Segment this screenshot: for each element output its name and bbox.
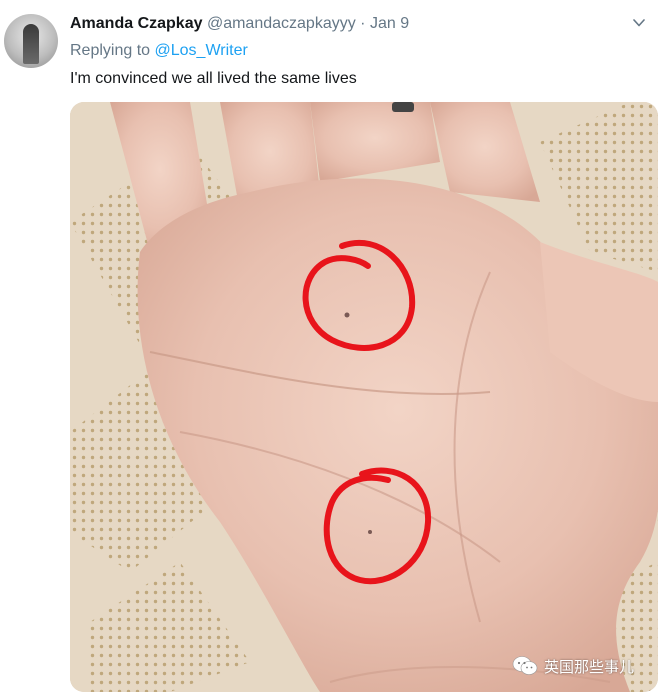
author-name[interactable]: Amanda Czapkay (70, 15, 203, 32)
avatar[interactable] (4, 14, 58, 68)
tweet-text: I'm convinced we all lived the same live… (70, 70, 357, 87)
watermark-text: 英国那些事儿 (544, 658, 635, 676)
palm-photo (70, 102, 658, 692)
ring (392, 102, 414, 112)
tweet-date[interactable]: Jan 9 (370, 15, 409, 32)
separator-dot: · (360, 15, 366, 32)
avatar-figure (23, 24, 39, 64)
tweet-header: Amanda Czapkay @amandaczapkayyy · Jan 9 (70, 14, 409, 34)
author-handle[interactable]: @amandaczapkayyy (207, 15, 356, 32)
replying-to: Replying to @Los_Writer (70, 41, 248, 61)
tweet: Amanda Czapkay @amandaczapkayyy · Jan 9 … (0, 0, 663, 700)
replying-to-mention[interactable]: @Los_Writer (155, 42, 248, 59)
watermark: 英国那些事儿 (512, 655, 634, 677)
tweet-photo[interactable] (70, 102, 658, 692)
replying-to-label: Replying to (70, 42, 151, 59)
chevron-down-icon[interactable] (632, 16, 646, 30)
wechat-icon (512, 656, 538, 675)
